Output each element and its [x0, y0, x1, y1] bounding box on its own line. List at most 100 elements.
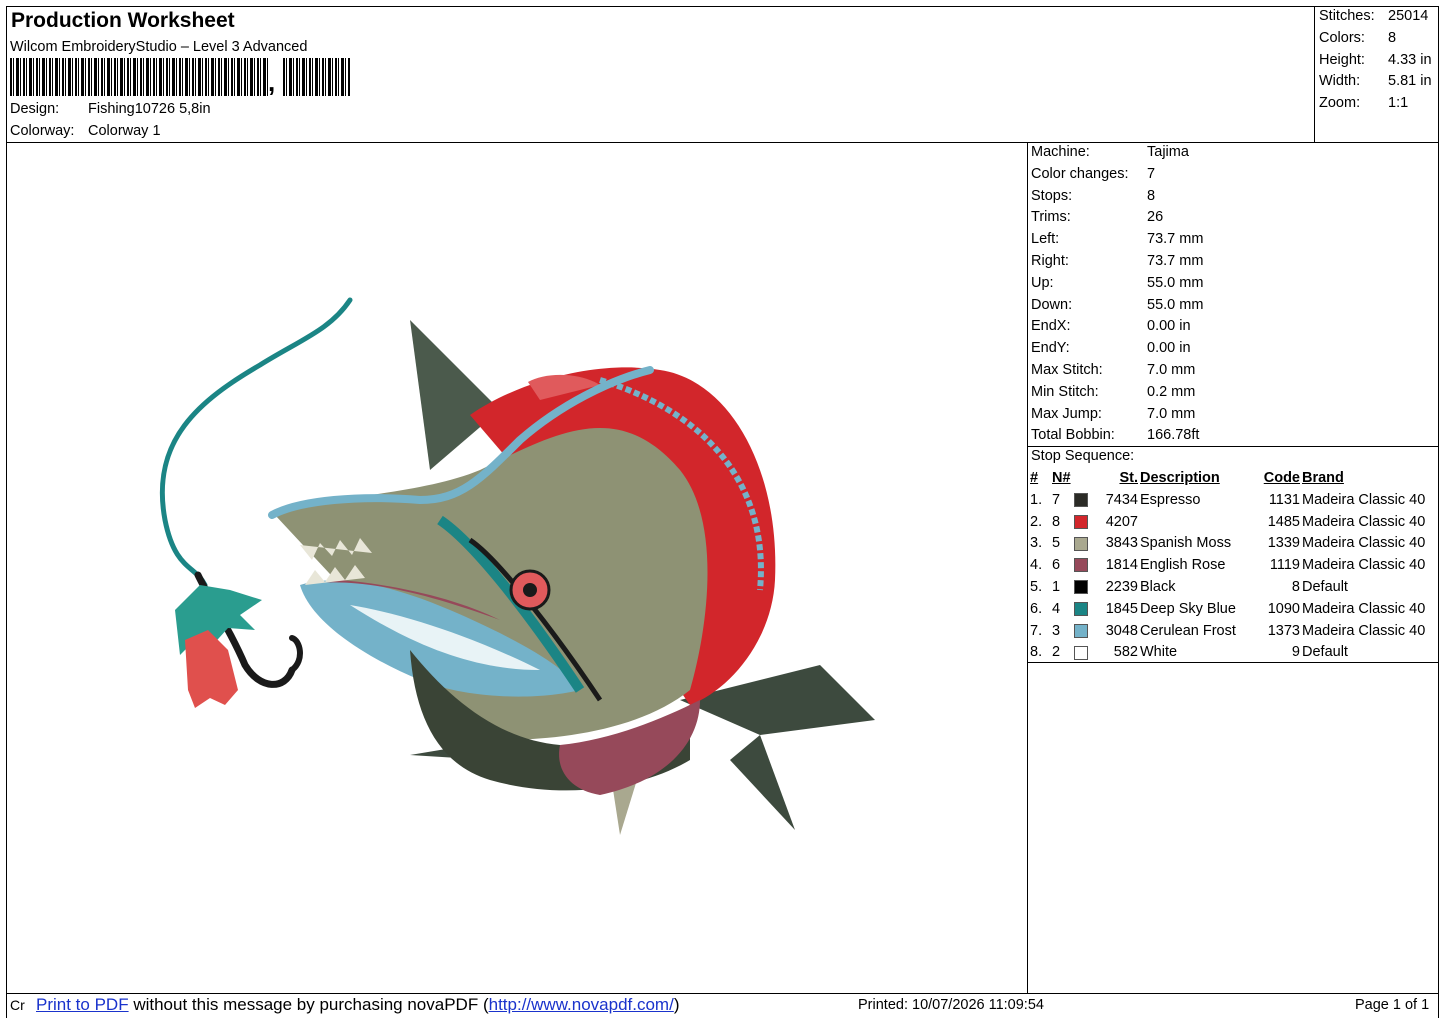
info-divider	[1027, 142, 1028, 993]
row-number: 8.	[1030, 644, 1043, 661]
thread-brand: Madeira Classic 40	[1302, 535, 1426, 552]
design-value: Fishing10726 5,8in	[88, 101, 211, 117]
machine-info-value: 8	[1147, 187, 1156, 204]
summary-value: 25014	[1388, 8, 1429, 24]
novapdf-link[interactable]: http://www.novapdf.com/	[489, 995, 674, 1014]
printed-timestamp: Printed: 10/07/2026 11:09:54	[858, 997, 1044, 1013]
barcode	[10, 58, 350, 96]
color-description: White	[1140, 644, 1178, 661]
row-number: 4.	[1030, 557, 1043, 574]
barcode-suffix: ,	[268, 67, 276, 97]
stitch-count: 3843	[1105, 535, 1138, 552]
needle-number: 2	[1052, 642, 1096, 664]
color-swatch	[1074, 514, 1088, 529]
summary-value: 1:1	[1388, 95, 1409, 112]
stitch-count: 7434	[1105, 491, 1138, 508]
machine-info-label: Up:	[1031, 274, 1054, 291]
needle-number: 3	[1052, 621, 1096, 643]
machine-info-label: Max Stitch:	[1031, 362, 1103, 378]
table-row: 3. 5 3843 Spanish Moss 1339 Madeira Classic 4…	[1030, 533, 1425, 555]
needle-number-text: 5	[1052, 535, 1061, 552]
machine-info-value: 73.7 mm	[1147, 253, 1204, 269]
stitch-count: 1845	[1105, 600, 1138, 617]
design-preview	[159, 297, 875, 835]
lower-fin	[730, 735, 795, 830]
table-row: 4. 6 1814 English Rose 1119 Madeira Classic 4…	[1030, 555, 1425, 577]
machine-info-value: 166.78ft	[1147, 427, 1200, 444]
stitch-count: 582	[1113, 644, 1138, 661]
machine-info-label: Down:	[1031, 296, 1073, 313]
color-swatch	[1074, 580, 1088, 595]
thread-brand: Default	[1302, 644, 1348, 661]
machine-info-value: 0.2 mm	[1147, 383, 1196, 400]
eye-pupil	[523, 583, 537, 597]
dorsal-fin	[410, 320, 500, 470]
machine-info-label: EndY:	[1031, 340, 1070, 357]
color-description: Deep Sky Blue	[1140, 600, 1236, 617]
machine-info-label: Total Bobbin:	[1031, 427, 1115, 444]
needle-number: 8	[1052, 512, 1096, 534]
needle-number: 5	[1052, 533, 1096, 555]
color-description: Black	[1140, 578, 1176, 595]
color-description: Cerulean Frost	[1140, 622, 1236, 639]
col-num: #	[1030, 470, 1039, 486]
machine-info-label: Stops:	[1031, 187, 1073, 204]
needle-number-text: 6	[1052, 557, 1061, 574]
needle-number-text: 8	[1052, 513, 1061, 530]
summary-label: Width:	[1319, 73, 1361, 90]
machine-info-value: 0.00 in	[1147, 340, 1191, 357]
color-swatch	[1074, 623, 1088, 638]
thread-code: 1119	[1269, 557, 1300, 574]
row-number: 3.	[1030, 535, 1043, 552]
colorway-value: Colorway 1	[88, 123, 161, 139]
thread-code: 1373	[1267, 622, 1300, 639]
footer-message-text: without this message by purchasing novaP…	[128, 995, 489, 1014]
machine-info-label: Left:	[1031, 231, 1060, 248]
footer-close-paren: )	[673, 995, 680, 1014]
colorway-label: Colorway:	[10, 123, 75, 139]
row-number: 5.	[1030, 578, 1043, 595]
summary-label: Zoom:	[1319, 95, 1361, 112]
summary-value: 8	[1388, 29, 1397, 46]
summary-label: Stitches:	[1319, 8, 1375, 24]
footer-message: Print to PDF without this message by pur…	[36, 994, 679, 1016]
page-title: Production Worksheet	[11, 9, 235, 32]
machine-info-label: Max Jump:	[1031, 405, 1102, 422]
hook	[289, 635, 303, 673]
needle-number-text: 3	[1052, 622, 1061, 639]
machine-info-label: Trims:	[1031, 209, 1071, 226]
needle-number-text: 7	[1052, 491, 1061, 508]
machine-info-label: Min Stitch:	[1031, 383, 1099, 400]
col-st: St.	[1119, 470, 1138, 486]
needle-number: 7	[1052, 490, 1096, 512]
col-code: Code	[1263, 470, 1300, 486]
summary-value: 5.81 in	[1388, 73, 1432, 90]
row-number: 2.	[1030, 513, 1043, 530]
thread-code: 8	[1291, 578, 1300, 595]
table-row: 2. 8 4207 1485 Madeira Classic 40	[1030, 512, 1425, 534]
frame-top	[6, 6, 1439, 7]
machine-info-value: 7.0 mm	[1147, 362, 1196, 378]
thread-code: 1131	[1268, 491, 1300, 508]
summary-label: Colors:	[1319, 29, 1365, 46]
col-n: N#	[1052, 470, 1071, 486]
color-description	[1140, 512, 1254, 534]
machine-info-label: Color changes:	[1031, 165, 1129, 182]
summary-value: 4.33 in	[1388, 51, 1432, 68]
thread-brand: Madeira Classic 40	[1302, 513, 1426, 530]
needle-number: 6	[1052, 555, 1096, 577]
col-brand: Brand	[1302, 470, 1344, 486]
frame-right	[1438, 6, 1439, 1018]
footer-cr: Cr	[10, 997, 25, 1013]
machine-info-value: 26	[1147, 209, 1164, 226]
thread-brand: Madeira Classic 40	[1302, 600, 1426, 617]
machine-info-value: 7.0 mm	[1147, 405, 1196, 422]
print-to-pdf-link[interactable]: Print to PDF	[36, 995, 129, 1014]
color-swatch	[1074, 558, 1088, 573]
table-row: 7. 3 3048 Cerulean Frost 1373 Madeira Classic…	[1030, 621, 1425, 643]
table-row: 8. 2 582 White 9 Default	[1030, 642, 1425, 664]
machine-info-label: Right:	[1031, 253, 1069, 269]
needle-number: 4	[1052, 599, 1096, 621]
table-row: 1. 7 7434 Espresso 1131 Madeira Classic 40	[1030, 490, 1425, 512]
machine-info-value: 7	[1147, 165, 1156, 182]
